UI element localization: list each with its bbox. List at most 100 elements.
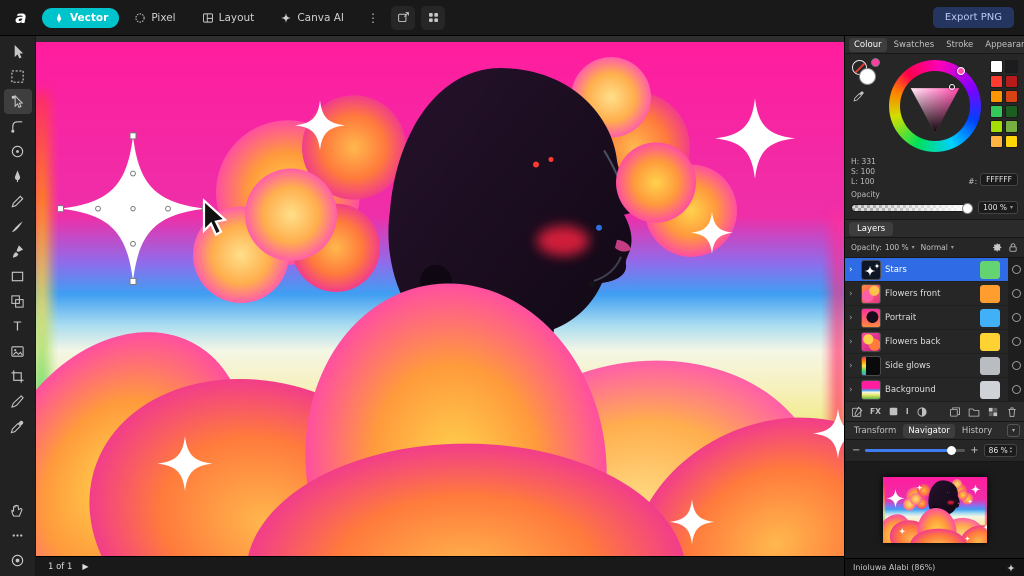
recent-colour-dot[interactable]: [871, 58, 880, 67]
zoom-value-input[interactable]: 86 % ▴▾: [984, 444, 1017, 457]
next-page-icon[interactable]: ▶: [82, 562, 88, 571]
pencil-tool[interactable]: [4, 189, 32, 214]
blend-mode-dropdown[interactable]: Normal ▾: [921, 243, 954, 252]
layer-row[interactable]: › Background: [845, 378, 1024, 402]
swatch[interactable]: [1005, 120, 1018, 133]
tab-swatches[interactable]: Swatches: [889, 38, 940, 52]
layer-colour-tag[interactable]: [980, 333, 1000, 351]
zoom-in-icon[interactable]: +: [970, 445, 978, 456]
layer-colour-tag[interactable]: [980, 357, 1000, 375]
layer-visibility-toggle[interactable]: [1008, 306, 1024, 329]
swatch[interactable]: [1005, 105, 1018, 118]
export-png-button[interactable]: Export PNG: [933, 7, 1014, 28]
delete-layer-icon[interactable]: [1006, 406, 1018, 418]
swatch[interactable]: [990, 75, 1003, 88]
opacity-slider[interactable]: [851, 204, 973, 212]
layer-expand-chevron[interactable]: ›: [849, 385, 857, 395]
tab-layers[interactable]: Layers: [849, 222, 893, 236]
tab-history[interactable]: History: [957, 424, 997, 438]
colour-picker-tool[interactable]: [4, 414, 32, 439]
layer-row[interactable]: › Stars: [845, 258, 1024, 282]
layer-row[interactable]: › Flowers front: [845, 282, 1024, 306]
share-button[interactable]: [391, 6, 415, 30]
layer-visibility-toggle[interactable]: [1008, 378, 1024, 401]
move-tool[interactable]: [4, 39, 32, 64]
character-style-icon[interactable]: I: [906, 407, 909, 416]
swatch[interactable]: [990, 120, 1003, 133]
layer-expand-chevron[interactable]: ›: [849, 337, 857, 347]
swatch[interactable]: [990, 105, 1003, 118]
tab-colour[interactable]: Colour: [849, 38, 887, 52]
swatch[interactable]: [990, 135, 1003, 148]
layer-expand-chevron[interactable]: ›: [849, 361, 857, 371]
hue-selector-dot[interactable]: [957, 67, 965, 75]
text-tool[interactable]: T: [4, 314, 32, 339]
layer-visibility-toggle[interactable]: [1008, 282, 1024, 305]
tab-transform[interactable]: Transform: [849, 424, 901, 438]
adjustment-icon[interactable]: [916, 406, 928, 418]
view-hand-tool[interactable]: [4, 498, 32, 523]
layer-expand-chevron[interactable]: ›: [849, 289, 857, 299]
chevron-down-icon[interactable]: ▾: [1007, 424, 1020, 437]
layer-expand-chevron[interactable]: ›: [849, 313, 857, 323]
layer-row[interactable]: › Flowers back: [845, 330, 1024, 354]
zoom-slider[interactable]: [865, 449, 965, 452]
crop-tool[interactable]: [4, 364, 32, 389]
lock-icon[interactable]: [1008, 242, 1018, 253]
layers-opacity-dropdown[interactable]: Opacity: 100 % ▾: [851, 243, 915, 252]
overflow-menu-button[interactable]: ⋮: [361, 11, 385, 25]
node-tool[interactable]: [4, 89, 32, 114]
layer-row[interactable]: › Portrait: [845, 306, 1024, 330]
swatch[interactable]: [1005, 75, 1018, 88]
group-folder-icon[interactable]: [968, 406, 980, 418]
layer-visibility-toggle[interactable]: [1008, 258, 1024, 281]
colour-wheel[interactable]: [889, 60, 981, 152]
more-tools-button[interactable]: [4, 523, 32, 548]
rectangle-tool[interactable]: [4, 264, 32, 289]
vector-brush-tool[interactable]: [4, 214, 32, 239]
layer-settings-gear-icon[interactable]: [991, 242, 1002, 253]
shade-selector-dot[interactable]: [949, 84, 955, 90]
layer-colour-tag[interactable]: [980, 285, 1000, 303]
marquee-select-tool[interactable]: [4, 64, 32, 89]
duplicate-layer-icon[interactable]: [949, 406, 961, 418]
tab-navigator[interactable]: Navigator: [903, 424, 955, 438]
swatch[interactable]: [990, 90, 1003, 103]
tab-stroke[interactable]: Stroke: [941, 38, 978, 52]
pen-tool[interactable]: [4, 164, 32, 189]
tab-vector[interactable]: Vector: [42, 8, 119, 28]
canvas[interactable]: [36, 42, 844, 556]
mask-icon[interactable]: [888, 406, 899, 417]
navigator-preview[interactable]: [845, 462, 1024, 558]
colour-wheel-shortcut[interactable]: [4, 548, 32, 573]
zoom-slider-handle[interactable]: [947, 446, 956, 455]
swatch[interactable]: [990, 60, 1003, 73]
place-image-tool[interactable]: [4, 339, 32, 364]
fill-colour-indicator[interactable]: [859, 68, 876, 85]
opacity-slider-handle[interactable]: [962, 203, 973, 214]
favourite-star-icon[interactable]: [1006, 563, 1016, 573]
opacity-value-dropdown[interactable]: 100 % ▾: [978, 201, 1018, 214]
point-transform-tool[interactable]: [4, 139, 32, 164]
knife-tool[interactable]: [4, 389, 32, 414]
layer-colour-tag[interactable]: [980, 309, 1000, 327]
layer-colour-tag[interactable]: [980, 381, 1000, 399]
apps-grid-button[interactable]: [421, 6, 445, 30]
stepper-arrows-icon[interactable]: ▴▾: [1010, 447, 1012, 455]
edit-layer-icon[interactable]: [851, 406, 863, 418]
swatch[interactable]: [1005, 60, 1018, 73]
swatch[interactable]: [1005, 90, 1018, 103]
swatch[interactable]: [1005, 135, 1018, 148]
shape-builder-tool[interactable]: [4, 289, 32, 314]
tab-pixel[interactable]: Pixel: [123, 8, 186, 28]
pattern-grid-icon[interactable]: [987, 406, 999, 418]
layer-visibility-toggle[interactable]: [1008, 330, 1024, 353]
eyedropper-icon[interactable]: [853, 90, 865, 102]
zoom-out-icon[interactable]: −: [852, 445, 860, 456]
tab-appearance[interactable]: Appearance: [980, 38, 1024, 52]
fx-icon[interactable]: FX: [870, 407, 881, 416]
layer-visibility-toggle[interactable]: [1008, 354, 1024, 377]
hex-input[interactable]: FFFFFF: [980, 173, 1018, 186]
layer-colour-tag[interactable]: [980, 261, 1000, 279]
corner-tool[interactable]: [4, 114, 32, 139]
